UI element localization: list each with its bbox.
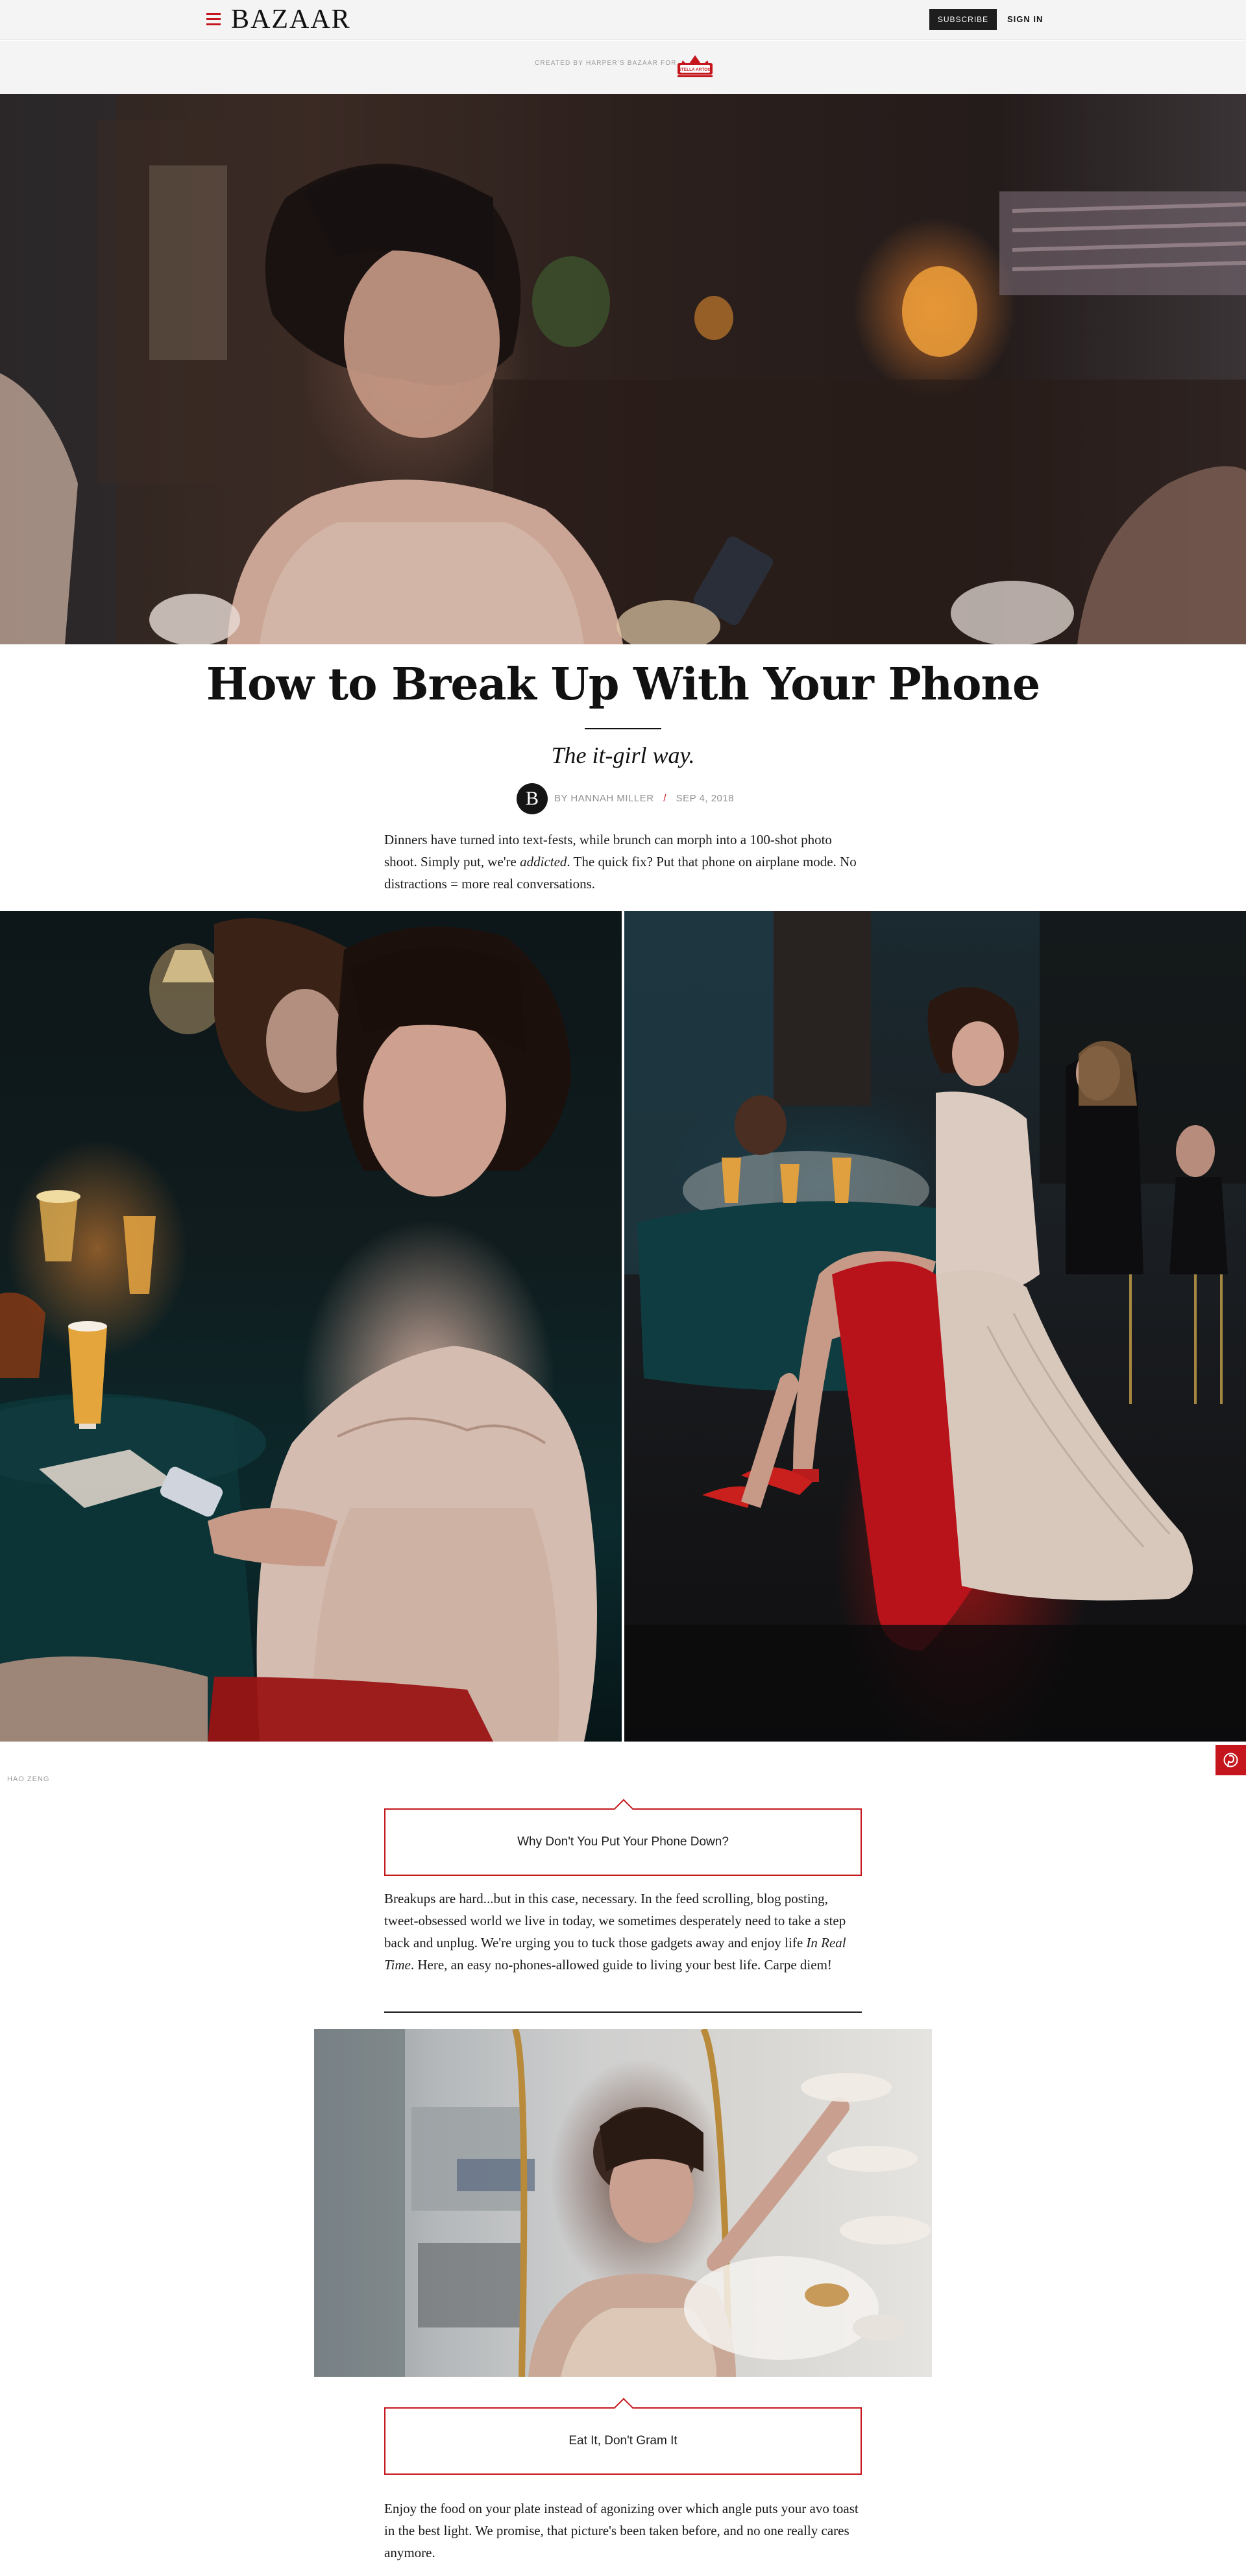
title-divider: [585, 728, 661, 729]
section-heading-box-eat-it: Eat It, Don't Gram It: [384, 2398, 862, 2475]
kitchen-scene-photo: [314, 2029, 931, 2377]
bar-scene-photo-right: [624, 911, 1246, 1742]
section1-paragraph: Breakups are hard...but in this case, ne…: [384, 1888, 864, 1976]
subscribe-button[interactable]: SUBSCRIBE: [929, 9, 997, 30]
top-nav: BAZAAR SUBSCRIBE SIGN IN: [0, 0, 1246, 40]
site-logo[interactable]: BAZAAR: [231, 4, 351, 35]
hero-image: [0, 94, 1246, 644]
section-heading-box-phone-down: Why Don't You Put Your Phone Down?: [384, 1799, 862, 1876]
byline-separator: /: [663, 793, 666, 804]
kitchen-scene-image: [314, 2029, 932, 2377]
bar-scene-image-left: [0, 911, 622, 1742]
sign-in-link[interactable]: SIGN IN: [1007, 9, 1043, 30]
hamburger-menu-icon[interactable]: [206, 12, 222, 26]
section-heading-eat-it: Eat It, Don't Gram It: [568, 2434, 678, 2448]
section2-paragraph: Enjoy the food on your plate instead of …: [384, 2501, 859, 2560]
hero-photo: [0, 94, 1246, 644]
sponsor-text: CREATED BY HARPER'S BAZAAR FOR: [535, 60, 677, 67]
pinterest-share-button[interactable]: [1215, 1745, 1246, 1775]
stella-artois-logo[interactable]: STELLA ARTOIS: [675, 51, 715, 80]
sponsor-bar: CREATED BY HARPER'S BAZAAR FOR STELLA AR…: [0, 41, 1246, 94]
intro-emphasis: addicted: [520, 854, 567, 869]
pinterest-icon: [1223, 1753, 1238, 1768]
author-name[interactable]: BY HANNAH MILLER: [554, 793, 654, 804]
article-title: How to Break Up With Your Phone: [206, 659, 1040, 711]
byline-text: BY HANNAH MILLER / SEP 4, 2018: [554, 792, 734, 806]
author-avatar[interactable]: B: [517, 783, 548, 814]
intro-paragraph: Dinners have turned into text-fests, whi…: [384, 829, 864, 895]
article-dek: The it-girl way.: [551, 742, 695, 768]
section-heading-phone-down: Why Don't You Put Your Phone Down?: [517, 1835, 729, 1849]
stella-artois-wordmark: STELLA ARTOIS: [678, 67, 712, 72]
section1-text-end: . Here, an easy no-phones-allowed guide …: [410, 1957, 832, 1973]
section1-text-start: Breakups are hard...but in this case, ne…: [384, 1891, 846, 1950]
section-divider: [384, 2011, 862, 2013]
publish-date: SEP 4, 2018: [676, 793, 735, 804]
bar-scene-image-right: [624, 911, 1246, 1742]
photo-credit: HAO ZENG: [7, 1775, 50, 1783]
bar-scene-photo-left: [0, 918, 597, 1742]
